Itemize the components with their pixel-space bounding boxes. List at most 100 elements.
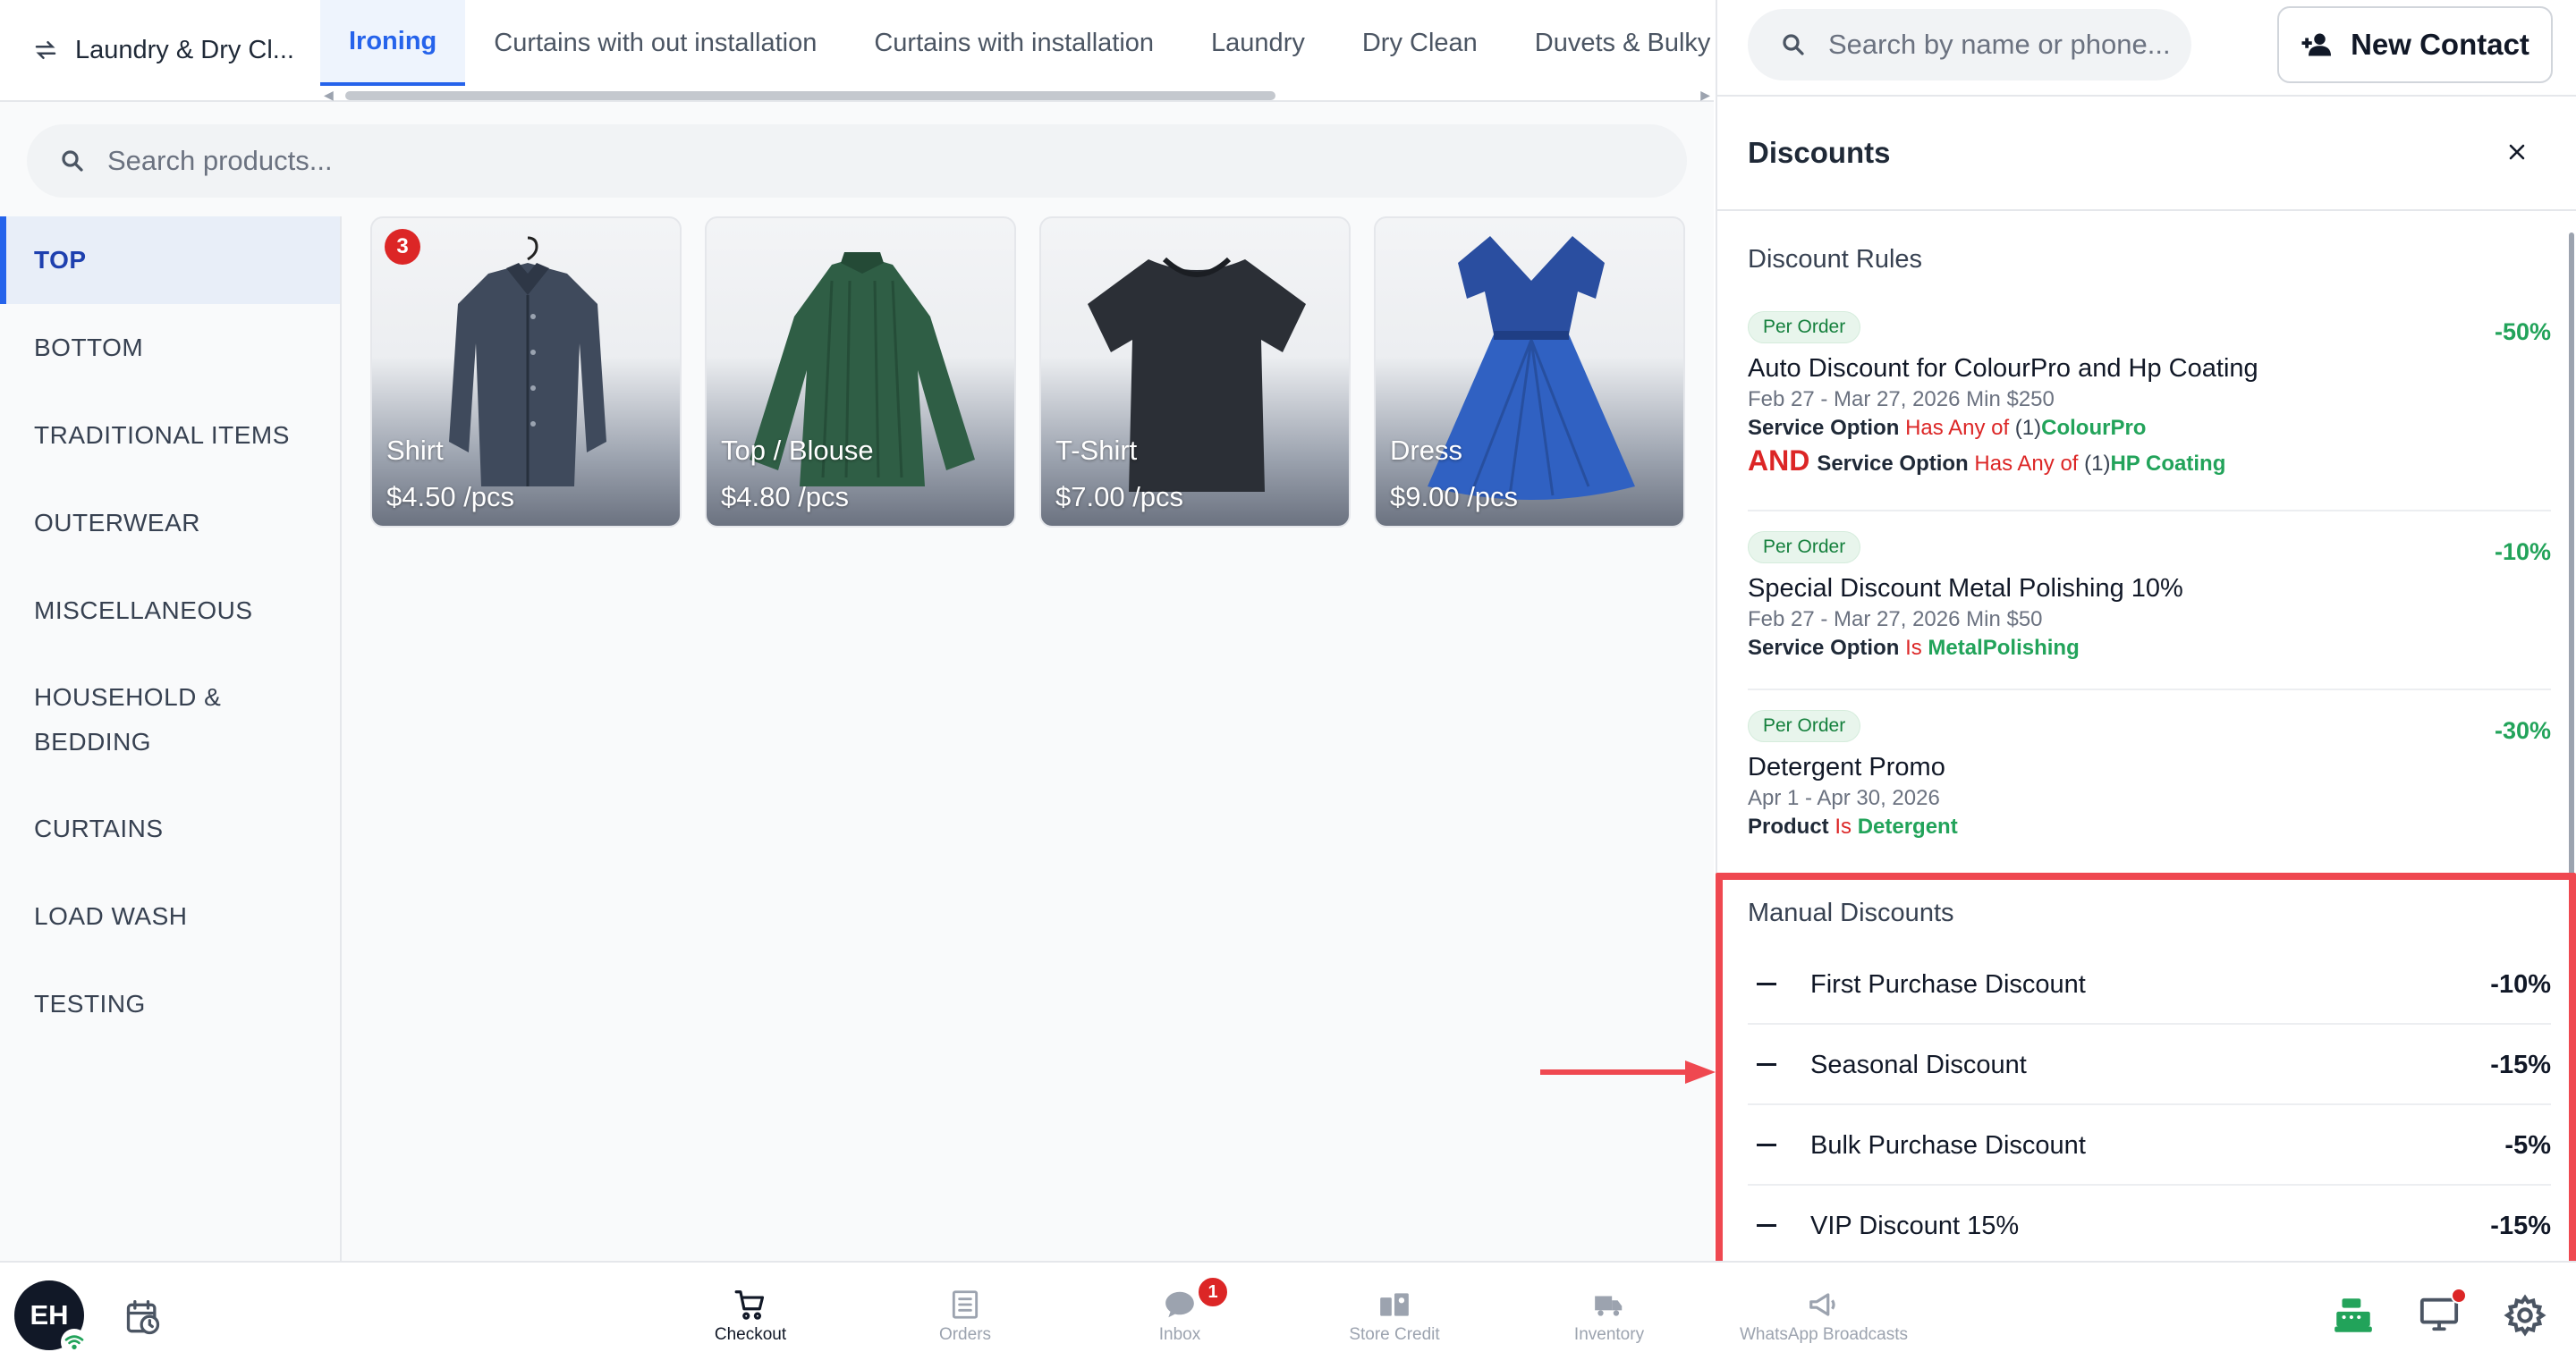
schedule-icon[interactable] [123, 1298, 163, 1338]
product-search-input[interactable] [107, 145, 1628, 177]
product-card-t-shirt[interactable]: T-Shirt $7.00 /pcs [1039, 216, 1351, 528]
chat-icon [1165, 1291, 1194, 1318]
condition-value: HP Coating [2110, 452, 2226, 476]
add-person-icon [2301, 33, 2332, 56]
condition-join: AND [1748, 444, 1810, 477]
discount-rule[interactable]: Per Order -50% Auto Discount for ColourP… [1748, 311, 2551, 477]
condition-key: Service Option [1748, 636, 1900, 660]
category-outerwear[interactable]: OUTERWEAR [0, 479, 340, 567]
product-name: Top / Blouse [721, 435, 874, 466]
new-contact-button[interactable]: New Contact [2277, 6, 2553, 83]
wifi-icon [61, 1329, 88, 1352]
category-traditional-items[interactable]: TRADITIONAL ITEMS [0, 392, 340, 479]
tab-dry-clean[interactable]: Dry Clean [1334, 0, 1506, 86]
category-label: OUTERWEAR [34, 509, 200, 537]
nav-store-credit[interactable]: Store Credit [1305, 1288, 1484, 1345]
gear-icon[interactable] [2503, 1293, 2547, 1338]
category-load-wash[interactable]: LOAD WASH [0, 873, 340, 960]
rule-condition: Service Option Is MetalPolishing [1748, 636, 2551, 661]
category-label: BOTTOM [34, 334, 144, 361]
product-card-dress[interactable]: Dress $9.00 /pcs [1374, 216, 1685, 528]
per-order-badge: Per Order [1748, 531, 1861, 563]
display-button[interactable] [2417, 1288, 2467, 1338]
discount-rule[interactable]: Per Order -30% Detergent Promo Apr 1 - A… [1748, 710, 2551, 840]
nav-label: Inbox [1158, 1325, 1201, 1344]
tab-ironing[interactable]: Ironing [320, 0, 466, 86]
product-card-shirt[interactable]: 3 Shirt $4.50 /pcs [370, 216, 682, 528]
discount-rules-heading: Discount Rules [1748, 245, 1923, 274]
product-name: T-Shirt [1055, 435, 1138, 466]
highlight-arrow-icon [1540, 1060, 1716, 1084]
divider [1717, 209, 2576, 211]
nav-orders[interactable]: Orders [876, 1288, 1055, 1345]
scroll-right-icon[interactable]: ▶ [1700, 88, 1710, 103]
rule-condition: Product Is Detergent [1748, 815, 2551, 840]
condition-key: Service Option [1817, 452, 1969, 476]
nav-label: Store Credit [1349, 1325, 1440, 1344]
rule-dates: Feb 27 - Mar 27, 2026 Min $250 [1748, 387, 2055, 411]
category-curtains[interactable]: CURTAINS [0, 785, 340, 873]
condition-key: Product [1748, 815, 1829, 839]
condition-operator: Is [1835, 815, 1852, 839]
close-button[interactable] [2497, 132, 2537, 172]
product-name: Shirt [386, 435, 444, 466]
rule-dates: Feb 27 - Mar 27, 2026 Min $50 [1748, 607, 2043, 631]
condition-operator: Is [1905, 636, 1922, 660]
condition-value: Detergent [1857, 815, 1958, 839]
tab-curtains-with-installation[interactable]: Curtains with installation [845, 0, 1182, 86]
nav-label: Orders [938, 1325, 992, 1344]
discount-percent: -10% [2494, 538, 2551, 565]
category-label: LOAD WASH [34, 902, 188, 930]
orders-icon [952, 1290, 979, 1319]
contact-search [1748, 9, 2191, 80]
condition-operator: Has Any of [1905, 416, 2010, 440]
contact-search-input[interactable] [1828, 29, 2177, 61]
product-name: Dress [1390, 435, 1462, 466]
main-area: Laundry & Dry Cl... Ironing Curtains wit… [0, 0, 1768, 1261]
inbox-badge: 1 [1196, 1275, 1230, 1309]
category-testing[interactable]: TESTING [0, 960, 340, 1048]
category-top[interactable]: TOP [0, 216, 340, 304]
tab-scroll-thumb[interactable] [345, 91, 1275, 100]
category-label: TRADITIONAL ITEMS [34, 421, 290, 449]
per-order-badge: Per Order [1748, 311, 1861, 343]
product-price: $4.50 /pcs [386, 481, 515, 512]
discount-rule[interactable]: Per Order -10% Special Discount Metal Po… [1748, 531, 2551, 661]
store-name: Laundry & Dry Cl... [75, 35, 294, 64]
rule-title: Detergent Promo [1748, 753, 1945, 782]
tab-laundry[interactable]: Laundry [1182, 0, 1334, 86]
rule-title: Auto Discount for ColourPro and Hp Coati… [1748, 354, 2258, 383]
category-miscellaneous[interactable]: MISCELLANEOUS [0, 567, 340, 655]
condition-value: ColourPro [2041, 416, 2147, 440]
panel-title: Discounts [1748, 136, 1891, 169]
megaphone-icon [1809, 1293, 1835, 1316]
condition-count: (1) [2084, 452, 2111, 476]
category-sidebar: TOP BOTTOM TRADITIONAL ITEMS OUTERWEAR M… [0, 216, 342, 1261]
product-grid: 3 Shirt $4.50 /pcs Top / Blouse $4.80 /p… [370, 216, 1685, 528]
discount-percent: -30% [2494, 717, 2551, 744]
product-price: $9.00 /pcs [1390, 481, 1519, 512]
cash-register-icon[interactable] [2331, 1293, 2376, 1338]
nav-inbox[interactable]: 1 Inbox [1090, 1275, 1269, 1345]
highlight-box [1716, 873, 2576, 1268]
category-label: CURTAINS [34, 815, 164, 842]
rule-condition: AND Service Option Has Any of (1)HP Coati… [1748, 444, 2551, 477]
category-bottom[interactable]: BOTTOM [0, 304, 340, 392]
product-card-top-blouse[interactable]: Top / Blouse $4.80 /pcs [705, 216, 1016, 528]
scroll-left-icon[interactable]: ◀ [324, 88, 334, 103]
top-bar: Laundry & Dry Cl... Ironing Curtains wit… [0, 0, 1768, 102]
condition-value: MetalPolishing [1928, 636, 2080, 660]
switch-arrows-icon [35, 41, 56, 59]
nav-checkout[interactable]: Checkout [661, 1288, 840, 1345]
store-switcher[interactable]: Laundry & Dry Cl... [32, 23, 294, 77]
truck-icon [1595, 1296, 1623, 1316]
nav-whatsapp-broadcasts[interactable]: WhatsApp Broadcasts [1734, 1288, 1913, 1345]
tab-curtains-without-installation[interactable]: Curtains with out installation [465, 0, 845, 86]
tab-scrollbar[interactable]: ◀ ▶ [324, 88, 1710, 102]
product-price: $4.80 /pcs [721, 481, 850, 512]
rule-dates: Apr 1 - Apr 30, 2026 [1748, 786, 1940, 810]
nav-inventory[interactable]: Inventory [1520, 1288, 1699, 1345]
notification-dot [2451, 1288, 2467, 1304]
search-icon [1783, 34, 1804, 55]
category-household-bedding[interactable]: HOUSEHOLD & BEDDING [0, 655, 340, 785]
